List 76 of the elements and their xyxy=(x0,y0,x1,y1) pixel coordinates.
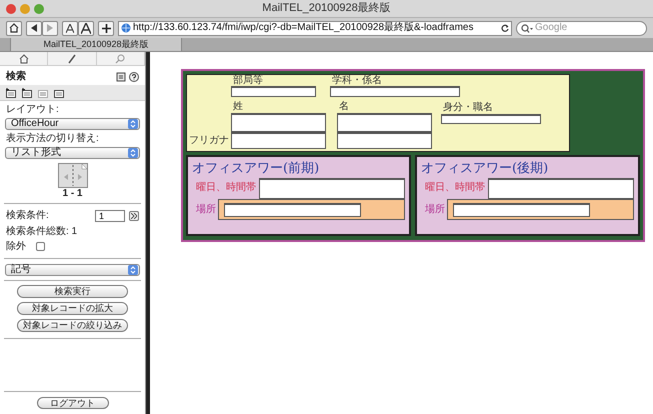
text-field[interactable] xyxy=(231,132,326,149)
left-arrow-icon xyxy=(31,24,37,32)
text-field[interactable] xyxy=(224,202,361,216)
text-field[interactable] xyxy=(259,178,405,199)
field-label: 表示方法の切り替え: xyxy=(5,133,100,145)
panel-title: 検索 xyxy=(6,70,26,84)
field-label: 曜日、時間帯 xyxy=(424,180,485,195)
larger-text-button[interactable] xyxy=(78,20,94,36)
letter-icon xyxy=(66,24,74,32)
home-button[interactable] xyxy=(6,20,22,36)
text-field[interactable] xyxy=(330,86,460,97)
search-icon xyxy=(521,24,533,32)
record-book-button[interactable] xyxy=(58,163,88,188)
field-label: 検索条件: xyxy=(6,208,50,223)
text-field[interactable] xyxy=(441,114,541,124)
search-icon xyxy=(115,54,126,64)
view-dropdown[interactable]: リスト形式 xyxy=(5,147,140,159)
help-icon xyxy=(129,72,139,82)
sidebar-button[interactable]: 対象レコードの絞り込み xyxy=(17,319,128,332)
duplicate-record-button[interactable] xyxy=(21,87,33,98)
home-icon xyxy=(9,23,19,33)
save-button[interactable] xyxy=(53,87,65,98)
document-icon xyxy=(6,88,16,98)
text-field[interactable] xyxy=(231,86,316,97)
right-arrow-icon xyxy=(47,24,53,32)
section-title: オフィスアワー(後期) xyxy=(421,160,550,178)
field-label: 曜日、時間帯 xyxy=(195,180,256,195)
smaller-text-button[interactable] xyxy=(62,20,78,36)
exclude-checkbox[interactable] xyxy=(36,242,45,251)
document-icon xyxy=(54,88,64,98)
field-label: 学科・係名 xyxy=(332,76,382,86)
sidebar-button[interactable]: 対象レコードの拡大 xyxy=(17,302,128,315)
dropdown-arrow-icon xyxy=(128,148,138,158)
next-button[interactable] xyxy=(129,210,139,220)
reload-icon xyxy=(501,24,509,32)
field-label: 場所 xyxy=(195,202,216,217)
dropdown-arrow-icon xyxy=(128,119,138,129)
new-record-button[interactable] xyxy=(5,87,17,98)
letter-icon xyxy=(81,22,91,34)
logout-button[interactable]: ログアウト xyxy=(36,397,108,409)
layout-dropdown[interactable]: OfficeHour xyxy=(5,118,140,130)
add-bookmark-button[interactable] xyxy=(98,20,114,36)
section-title: オフィスアワー(前期) xyxy=(192,160,320,178)
condition-count: 検索条件総数: 1 xyxy=(5,226,78,238)
home-icon xyxy=(18,54,29,64)
pencil-icon xyxy=(66,54,77,64)
text-field[interactable] xyxy=(337,132,432,149)
dropdown-arrow-icon xyxy=(128,265,138,275)
text-field[interactable] xyxy=(337,113,432,132)
window-title: MailTEL_20100928最終版 xyxy=(261,1,392,16)
plus-icon xyxy=(102,24,110,32)
condition-input[interactable]: 1 xyxy=(95,210,125,222)
field-label: 部局等 xyxy=(233,76,263,86)
record-range: 1 - 1 xyxy=(62,188,82,199)
double-chevron-icon xyxy=(131,212,137,218)
document-icon xyxy=(22,88,32,98)
field-dropdown[interactable]: 記号 xyxy=(5,264,140,276)
field-label: 身分・職名 xyxy=(443,103,493,113)
book-icon xyxy=(58,163,88,188)
close-button[interactable] xyxy=(6,4,16,14)
globe-icon xyxy=(121,23,131,33)
browser-tab[interactable]: MailTEL_20100928最終版 xyxy=(10,38,182,51)
sidebar-button[interactable]: 検索実行 xyxy=(17,285,128,298)
field-label: レイアウト: xyxy=(5,104,60,116)
field-label: 場所 xyxy=(424,202,445,217)
text-field[interactable] xyxy=(453,202,590,216)
field-label: 名 xyxy=(339,102,349,112)
document-icon xyxy=(38,88,48,98)
field-label: 姓 xyxy=(233,102,243,112)
text-field[interactable] xyxy=(488,178,634,199)
back-button[interactable] xyxy=(26,20,42,36)
text-field[interactable] xyxy=(231,113,326,132)
address-field[interactable]: http://133.60.123.74/fmi/iwp/cgi?-db=MailTEL_20100928最終版&-loadframes xyxy=(118,20,512,36)
delete-record-button[interactable] xyxy=(37,87,49,98)
checkbox-label: 除外 xyxy=(6,240,26,254)
furigana-label: フリガナ xyxy=(189,136,229,146)
